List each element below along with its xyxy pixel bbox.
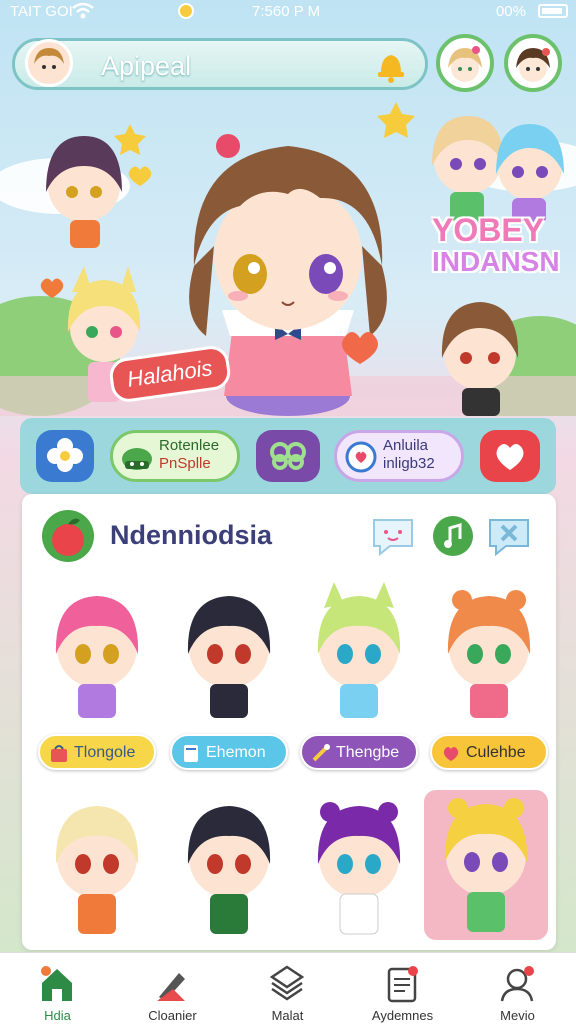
- apple-icon: [42, 510, 94, 562]
- character-gallery-card: Ndenniodsia Tlongole Ehemon Thengbe Cule…: [22, 494, 556, 950]
- character-tile-4[interactable]: Culehbe: [430, 578, 548, 778]
- character-tile-6[interactable]: [170, 794, 288, 944]
- link-icon: [270, 442, 306, 470]
- notepad-icon: [387, 966, 418, 1003]
- character-label-pill[interactable]: Culehbe: [430, 734, 548, 770]
- hero-logo-line1: YOBEY: [432, 212, 545, 248]
- nav-cloanier[interactable]: Cloanier: [115, 953, 230, 1025]
- book-icon: [184, 745, 198, 762]
- quick-action-rotenlee[interactable]: Rotenlee PnSplle: [110, 430, 240, 482]
- status-bar: TAIT GOI 7:560 P M 00%: [0, 0, 576, 24]
- layers-icon: [269, 965, 305, 1001]
- quick-actions-bar: Rotenlee PnSplle Anluila inligb32: [20, 418, 556, 494]
- nav-label: Cloanier: [148, 1008, 197, 1023]
- heart-icon: [496, 444, 524, 470]
- quick-action-label-1: Rotenlee: [159, 437, 220, 454]
- clock-text: 7:560 P M: [252, 3, 321, 20]
- music-note-icon[interactable]: [430, 514, 476, 558]
- home-icon: [41, 966, 72, 1001]
- bowl-icon: [122, 448, 152, 470]
- character-label-pill[interactable]: Tlongole: [38, 734, 156, 770]
- quick-action-label-2: PnSplle: [159, 455, 211, 472]
- character-name: Tlongole: [74, 744, 136, 761]
- quick-action-label-3: Anluila: [383, 437, 429, 454]
- nav-malat[interactable]: Malat: [230, 953, 345, 1025]
- quick-action-label-4: inligb32: [383, 455, 435, 472]
- nav-label: Mevio: [500, 1008, 535, 1023]
- character-name: Thengbe: [336, 744, 400, 761]
- character-label-pill[interactable]: Ehemon: [170, 734, 288, 770]
- heart-chat-icon: [345, 441, 377, 473]
- character-tile-8[interactable]: [424, 790, 548, 940]
- bag-icon: [51, 745, 67, 762]
- battery-icon: [538, 4, 568, 18]
- bottom-navigation: Hdia Cloanier Malat Aydemnes Mevio: [0, 952, 576, 1025]
- wifi-icon: [72, 2, 94, 19]
- quick-action-flower[interactable]: [36, 430, 94, 482]
- friend-avatar-1[interactable]: [436, 34, 494, 92]
- hero-logo-line2: INDANSN: [432, 246, 560, 277]
- hero-logo: YOBEY INDANSN: [432, 214, 560, 278]
- close-chat-icon[interactable]: [486, 514, 532, 558]
- notification-bell-icon[interactable]: [373, 47, 409, 83]
- nav-home[interactable]: Hdia: [0, 953, 115, 1025]
- heart-small-icon: [443, 747, 459, 761]
- friend-avatar-2[interactable]: [504, 34, 562, 92]
- nav-label: Hdia: [44, 1008, 71, 1023]
- character-tile-2[interactable]: Ehemon: [170, 578, 288, 778]
- character-name: Culehbe: [466, 744, 526, 761]
- quick-action-anluila[interactable]: Anluila inligb32: [334, 430, 464, 482]
- nav-label: Malat: [271, 1008, 304, 1023]
- quick-action-heart[interactable]: [480, 430, 540, 482]
- gallery-title: Ndenniodsia: [110, 520, 273, 550]
- character-tile-3[interactable]: Thengbe: [300, 578, 418, 778]
- chat-bubble-icon[interactable]: [370, 514, 416, 558]
- character-name: Ehemon: [206, 744, 266, 761]
- pencil-icon: [157, 973, 185, 1001]
- character-tile-5[interactable]: [38, 794, 156, 944]
- nav-mevio[interactable]: Mevio: [460, 953, 575, 1025]
- profile-icon: [500, 966, 534, 1002]
- app-header: Apipeal: [12, 38, 428, 90]
- flower-icon: [47, 438, 83, 472]
- status-indicator-icon: [178, 3, 194, 19]
- user-avatar[interactable]: [25, 39, 73, 87]
- character-tile-7[interactable]: [300, 794, 418, 944]
- app-title: Apipeal: [101, 51, 192, 81]
- carrier-text: TAIT GOI: [10, 3, 73, 20]
- quick-action-link[interactable]: [256, 430, 320, 482]
- nav-aydemnes[interactable]: Aydemnes: [345, 953, 460, 1025]
- battery-percent: 00%: [495, 3, 526, 20]
- nav-label: Aydemnes: [371, 1008, 434, 1023]
- character-tile-1[interactable]: Tlongole: [38, 578, 156, 778]
- brush-icon: [312, 744, 330, 762]
- character-label-pill[interactable]: Thengbe: [300, 734, 418, 770]
